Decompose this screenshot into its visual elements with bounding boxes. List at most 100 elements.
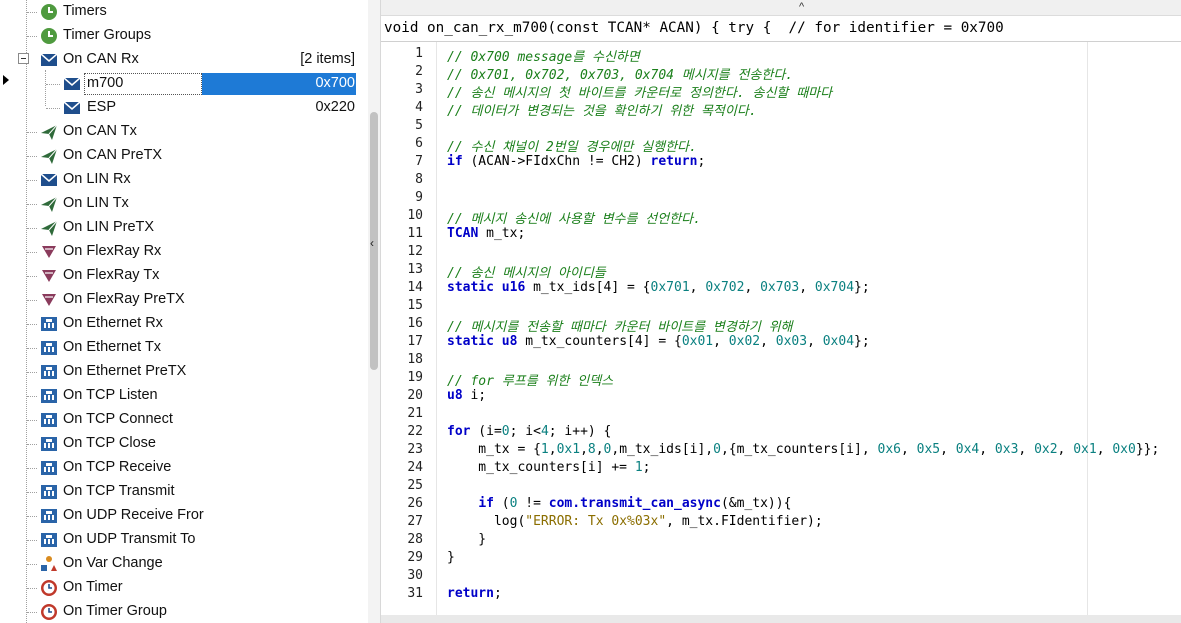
tree-item-timer-groups[interactable]: Timer Groups: [0, 24, 360, 48]
keyword: static: [447, 334, 494, 349]
tree-item-label: On FlexRay Tx: [63, 267, 160, 283]
horizontal-scrollbar[interactable]: [381, 615, 1181, 623]
comment: // 메시지를 전송할 때마다 카운터 바이트를 변경하기 위해: [447, 320, 793, 335]
tree-item-on-tcp-transmit[interactable]: On TCP Transmit: [0, 480, 360, 504]
gutter-separator: [436, 42, 437, 615]
keyword: return: [650, 154, 698, 169]
line-number: 27: [407, 514, 423, 529]
code-text: m_tx_ids[4] = {: [525, 280, 651, 295]
code-line-19: // for 루프를 위한 인덱스: [447, 370, 613, 389]
ethernet-icon: [41, 365, 57, 379]
tree-item-label: On CAN Rx: [63, 51, 139, 67]
line-number: 17: [407, 334, 423, 349]
tree-connector: [27, 276, 37, 277]
tree-item-on-timer[interactable]: On Timer: [0, 576, 360, 600]
code-text: (&m_tx)){: [720, 496, 792, 511]
code-text: ; i<: [509, 424, 541, 439]
number: 0x703: [760, 280, 800, 295]
code-text: }};: [1135, 442, 1160, 457]
code-text: ,: [900, 442, 917, 457]
comment: // 0x700 message를 수신하면: [447, 50, 640, 65]
tree-item-on-lin-pretx[interactable]: On LIN PreTX: [0, 216, 360, 240]
tree-item-on-tcp-close[interactable]: On TCP Close: [0, 432, 360, 456]
code-line-2: // 0x701, 0x702, 0x703, 0x704 메시지를 전송한다.: [447, 64, 793, 83]
ethernet-icon: [41, 485, 57, 499]
tree-item-on-can-pretx[interactable]: On CAN PreTX: [0, 144, 360, 168]
number: 0x6: [877, 442, 901, 457]
tree-item-on-ethernet-rx[interactable]: On Ethernet Rx: [0, 312, 360, 336]
code-text: !=: [517, 496, 549, 511]
tree-item-label: On Timer: [63, 579, 123, 595]
tree-item-on-var-change[interactable]: On Var Change: [0, 552, 360, 576]
line-number: 5: [415, 118, 423, 133]
number: 0x702: [705, 280, 745, 295]
tree-item-on-timer-group[interactable]: On Timer Group: [0, 600, 360, 623]
tree-item-label: Timer Groups: [63, 27, 152, 43]
tree-connector: [27, 444, 37, 445]
tree-item-label: Timers: [63, 3, 107, 19]
keyword: return: [447, 586, 494, 601]
ethernet-icon: [41, 413, 57, 427]
tree-item-on-ethernet-pretx[interactable]: On Ethernet PreTX: [0, 360, 360, 384]
message-id: 0x220: [315, 99, 355, 115]
code-text: ,: [744, 280, 761, 295]
code-text: m_tx = {: [447, 442, 541, 457]
tree-item-on-lin-rx[interactable]: On LIN Rx: [0, 168, 360, 192]
tree-connector: [27, 324, 37, 325]
code-line-1: // 0x700 message를 수신하면: [447, 46, 640, 65]
tree-connector: [27, 588, 37, 589]
tree-item-timers[interactable]: Timers: [0, 0, 360, 24]
clock-icon: [41, 4, 57, 20]
tree-item-on-can-tx[interactable]: On CAN Tx: [0, 120, 360, 144]
variable-icon: [41, 556, 57, 571]
code-editor[interactable]: ^ void on_can_rx_m700(const TCAN* ACAN) …: [380, 0, 1181, 623]
code-line-16: // 메시지를 전송할 때마다 카운터 바이트를 변경하기 위해: [447, 316, 793, 335]
tree-item-on-can-rx[interactable]: On CAN Rx [2 items]: [0, 48, 360, 72]
comment: // 0x701, 0x702, 0x703, 0x704 메시지를 전송한다.: [447, 68, 794, 83]
code-text: (: [493, 496, 510, 511]
tree-item-on-ethernet-tx[interactable]: On Ethernet Tx: [0, 336, 360, 360]
tree-item-esp[interactable]: ESP 0x220: [0, 96, 360, 120]
keyword: u16: [501, 280, 526, 295]
paper-plane-icon: [41, 220, 58, 236]
tree-item-on-flexray-rx[interactable]: On FlexRay Rx: [0, 240, 360, 264]
line-number: 2: [415, 64, 423, 79]
code-line-4: // 데이터가 변경되는 것을 확인하기 위한 목적이다.: [447, 100, 757, 119]
keyword: if: [447, 154, 463, 169]
tree-item-label: On LIN PreTX: [63, 219, 155, 235]
number: 0x701: [650, 280, 690, 295]
ethernet-icon: [41, 341, 57, 355]
code-text: };: [854, 280, 870, 295]
tree-item-on-tcp-receive[interactable]: On TCP Receive: [0, 456, 360, 480]
ethernet-icon: [41, 389, 57, 403]
tree-connector: [27, 36, 37, 37]
editor-top-strip: ^: [381, 0, 1181, 16]
number: 0x2: [1034, 442, 1058, 457]
tree-connector: [27, 420, 37, 421]
tree-connector: [46, 84, 60, 85]
number: 1: [540, 442, 549, 457]
comment: // 수신 채널이 2번일 경우에만 실행한다.: [447, 140, 697, 155]
tree-item-on-lin-tx[interactable]: On LIN Tx: [0, 192, 360, 216]
ethernet-icon: [41, 461, 57, 475]
collapse-panel-icon[interactable]: ‹: [370, 236, 374, 250]
tree-item-on-flexray-pretx[interactable]: On FlexRay PreTX: [0, 288, 360, 312]
collapse-toggle[interactable]: [18, 53, 29, 64]
code-text: ,: [979, 442, 995, 457]
tree-item-on-tcp-connect[interactable]: On TCP Connect: [0, 408, 360, 432]
line-number: 30: [407, 568, 423, 583]
tree-item-label: On Ethernet Rx: [63, 315, 163, 331]
tree-item-label: On TCP Receive: [63, 459, 172, 475]
tree-connector: [27, 204, 37, 205]
tree-item-on-udp-transmit-to[interactable]: On UDP Transmit To: [0, 528, 360, 552]
tree-connector: [27, 156, 37, 157]
tree-item-on-tcp-listen[interactable]: On TCP Listen: [0, 384, 360, 408]
tree-item-m700[interactable]: m700 0x700: [0, 72, 360, 96]
scroll-up-icon[interactable]: ^: [799, 1, 804, 13]
code-text: ,: [940, 442, 956, 457]
tree-item-label: On TCP Listen: [63, 387, 158, 403]
tree-item-on-udp-receive-from[interactable]: On UDP Receive Fror: [0, 504, 360, 528]
tree-item-on-flexray-tx[interactable]: On FlexRay Tx: [0, 264, 360, 288]
tree-item-label: On TCP Transmit: [63, 483, 175, 499]
